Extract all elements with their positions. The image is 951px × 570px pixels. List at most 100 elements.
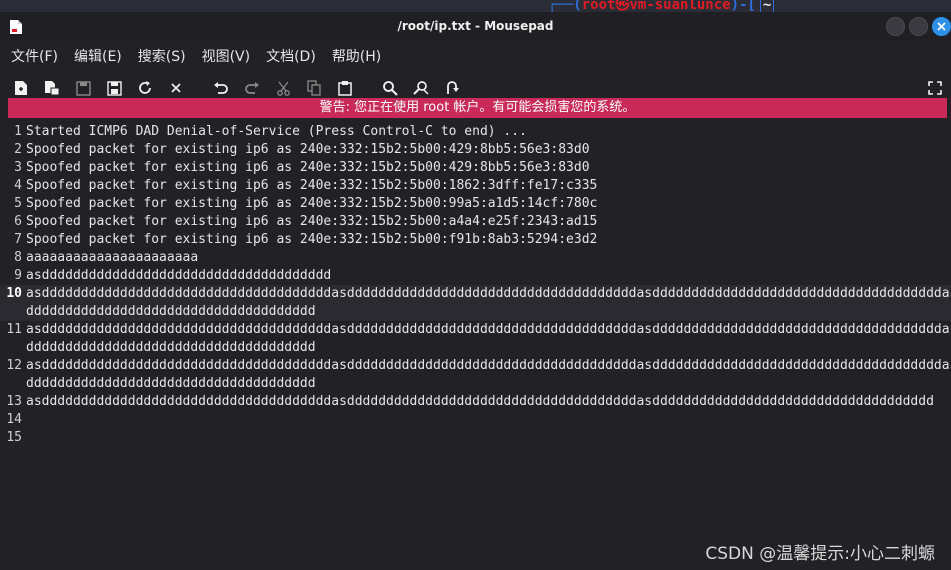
editor-line[interactable]: 15: [0, 429, 951, 447]
line-number: 9: [14, 268, 22, 283]
line-number: 1: [14, 124, 22, 139]
menu-bar: 文件(F) 编辑(E) 搜索(S) 视图(V) 文档(D) 帮助(H): [0, 42, 951, 72]
save-button[interactable]: [72, 77, 94, 99]
copy-button[interactable]: [303, 77, 325, 99]
maximize-button[interactable]: [909, 17, 928, 36]
menu-search[interactable]: 搜索(S): [131, 43, 193, 71]
line-text-segment: Spoofed packet for existing ip6 as 240e:…: [26, 142, 590, 157]
line-text-segment: Started ICMP6 DAD Denial-of-Service (Pre…: [26, 124, 527, 139]
minimize-button[interactable]: [886, 17, 905, 36]
line-text[interactable]: Spoofed packet for existing ip6 as 240e:…: [26, 141, 590, 159]
editor-line[interactable]: 10 asdddddddddddddddddddddddddddddddddddd…: [0, 285, 951, 321]
find-icon: [383, 81, 398, 96]
line-number: 6: [14, 214, 22, 229]
line-text-wrap: ddddddddddddddddddddddddddddddddddddd: [26, 304, 316, 319]
line-text[interactable]: asddddddddddddddddddddddddddddddddddddda…: [26, 393, 934, 411]
editor-line[interactable]: 11 asdddddddddddddddddddddddddddddddddddd…: [0, 321, 951, 357]
line-text[interactable]: Spoofed packet for existing ip6 as 240e:…: [26, 159, 590, 177]
editor-line[interactable]: 14: [0, 411, 951, 429]
editor-line[interactable]: 2 Spoofed packet for existing ip6 as 240e…: [0, 141, 951, 159]
window-title: /root/ip.txt - Mousepad: [397, 19, 554, 33]
redo-button[interactable]: [241, 77, 263, 99]
line-text-segment: Spoofed packet for existing ip6 as 240e:…: [26, 214, 598, 229]
text-editor[interactable]: 1 Started ICMP6 DAD Denial-of-Service (Pr…: [0, 123, 951, 558]
line-number: 15: [6, 430, 22, 445]
close-document-button[interactable]: [165, 77, 187, 99]
line-number: 14: [6, 412, 22, 427]
line-number: 5: [14, 196, 22, 211]
title-bar[interactable]: /root/ip.txt - Mousepad: [0, 12, 951, 42]
line-text[interactable]: Spoofed packet for existing ip6 as 240e:…: [26, 213, 597, 231]
line-text-segment: asddddddddddddddddddddddddddddddddddddd: [26, 268, 332, 283]
go-to-line-button[interactable]: [441, 77, 463, 99]
editor-line[interactable]: 7 Spoofed packet for existing ip6 as 240e…: [0, 231, 951, 249]
line-number: 8: [14, 250, 22, 265]
line-text[interactable]: asddddddddddddddddddddddddddddddddddddd: [26, 267, 331, 285]
paste-button[interactable]: [334, 77, 356, 99]
find-replace-icon: [413, 81, 429, 95]
copy-icon: [307, 80, 321, 96]
new-document-button[interactable]: [10, 77, 32, 99]
new-document-icon: [15, 81, 27, 95]
editor-line[interactable]: 3 Spoofed packet for existing ip6 as 240e…: [0, 159, 951, 177]
editor-line[interactable]: 9 asddddddddddddddddddddddddddddddddddddd: [0, 267, 951, 285]
editor-line[interactable]: 12 asdddddddddddddddddddddddddddddddddddd…: [0, 357, 951, 393]
menu-file[interactable]: 文件(F): [4, 43, 65, 71]
line-number: 11: [6, 322, 22, 337]
save-as-button[interactable]: [103, 77, 125, 99]
menu-document[interactable]: 文档(D): [259, 43, 323, 71]
desktop-background: [0, 0, 951, 12]
line-text-wrap: ddddddddddddddddddddddddddddddddddddd: [26, 376, 316, 391]
menu-view[interactable]: 视图(V): [195, 43, 258, 71]
cut-button[interactable]: [272, 77, 294, 99]
find-replace-button[interactable]: [410, 77, 432, 99]
editor-line[interactable]: 13 asdddddddddddddddddddddddddddddddddddd…: [0, 393, 951, 411]
editor-line[interactable]: 1 Started ICMP6 DAD Denial-of-Service (Pr…: [0, 123, 951, 141]
undo-icon: [214, 82, 228, 94]
csdn-watermark: CSDN @温馨提示:小心二刺螈: [705, 544, 935, 564]
line-text-segment: asddddddddddddddddddddddddddddddddddddda…: [26, 322, 951, 337]
new-window-icon: [45, 81, 60, 96]
line-number: 13: [6, 394, 22, 409]
editor-line[interactable]: 8 aaaaaaaaaaaaaaaaaaaaaa: [0, 249, 951, 267]
line-text-segment: Spoofed packet for existing ip6 as 240e:…: [26, 232, 598, 247]
editor-line[interactable]: 4 Spoofed packet for existing ip6 as 240e…: [0, 177, 951, 195]
redo-icon: [245, 82, 259, 94]
line-text-segment: asddddddddddddddddddddddddddddddddddddda…: [26, 286, 951, 301]
reload-icon: [139, 81, 151, 94]
line-number: 12: [6, 358, 22, 373]
line-text[interactable]: aaaaaaaaaaaaaaaaaaaaaa: [26, 249, 198, 267]
line-number: 2: [14, 142, 22, 157]
reload-button[interactable]: [134, 77, 156, 99]
save-icon: [75, 80, 91, 96]
save-as-icon: [106, 80, 122, 96]
line-text-segment: Spoofed packet for existing ip6 as 240e:…: [26, 178, 598, 193]
fullscreen-icon: [928, 81, 942, 95]
undo-button[interactable]: [210, 77, 232, 99]
editor-line[interactable]: 6 Spoofed packet for existing ip6 as 240e…: [0, 213, 951, 231]
line-text-segment: asddddddddddddddddddddddddddddddddddddda…: [26, 358, 951, 373]
line-number: 7: [14, 232, 22, 247]
line-text[interactable]: Started ICMP6 DAD Denial-of-Service (Pre…: [26, 123, 527, 141]
line-text[interactable]: asddddddddddddddddddddddddddddddddddddda…: [26, 357, 951, 393]
line-text[interactable]: Spoofed packet for existing ip6 as 240e:…: [26, 231, 597, 249]
line-text-segment: Spoofed packet for existing ip6 as 240e:…: [26, 160, 590, 175]
new-window-button[interactable]: [41, 77, 63, 99]
line-number: 3: [14, 160, 22, 175]
find-button[interactable]: [379, 77, 401, 99]
line-text-segment: aaaaaaaaaaaaaaaaaaaaaa: [26, 250, 199, 265]
line-text[interactable]: asddddddddddddddddddddddddddddddddddddda…: [26, 321, 951, 357]
go-to-line-icon: [447, 81, 459, 94]
menu-edit[interactable]: 编辑(E): [67, 43, 129, 71]
line-text[interactable]: Spoofed packet for existing ip6 as 240e:…: [26, 195, 597, 213]
close-document-icon: [171, 83, 181, 93]
line-text[interactable]: asddddddddddddddddddddddddddddddddddddda…: [26, 285, 951, 321]
close-window-button[interactable]: [932, 17, 951, 36]
fullscreen-button[interactable]: [924, 77, 946, 99]
root-warning-banner: 警告: 您正在使用 root 帐户。有可能会损害您的系统。: [8, 98, 947, 118]
editor-line[interactable]: 5 Spoofed packet for existing ip6 as 240e…: [0, 195, 951, 213]
paste-icon: [338, 81, 352, 96]
line-text[interactable]: Spoofed packet for existing ip6 as 240e:…: [26, 177, 597, 195]
line-number: 10: [6, 286, 22, 301]
menu-help[interactable]: 帮助(H): [325, 43, 388, 71]
